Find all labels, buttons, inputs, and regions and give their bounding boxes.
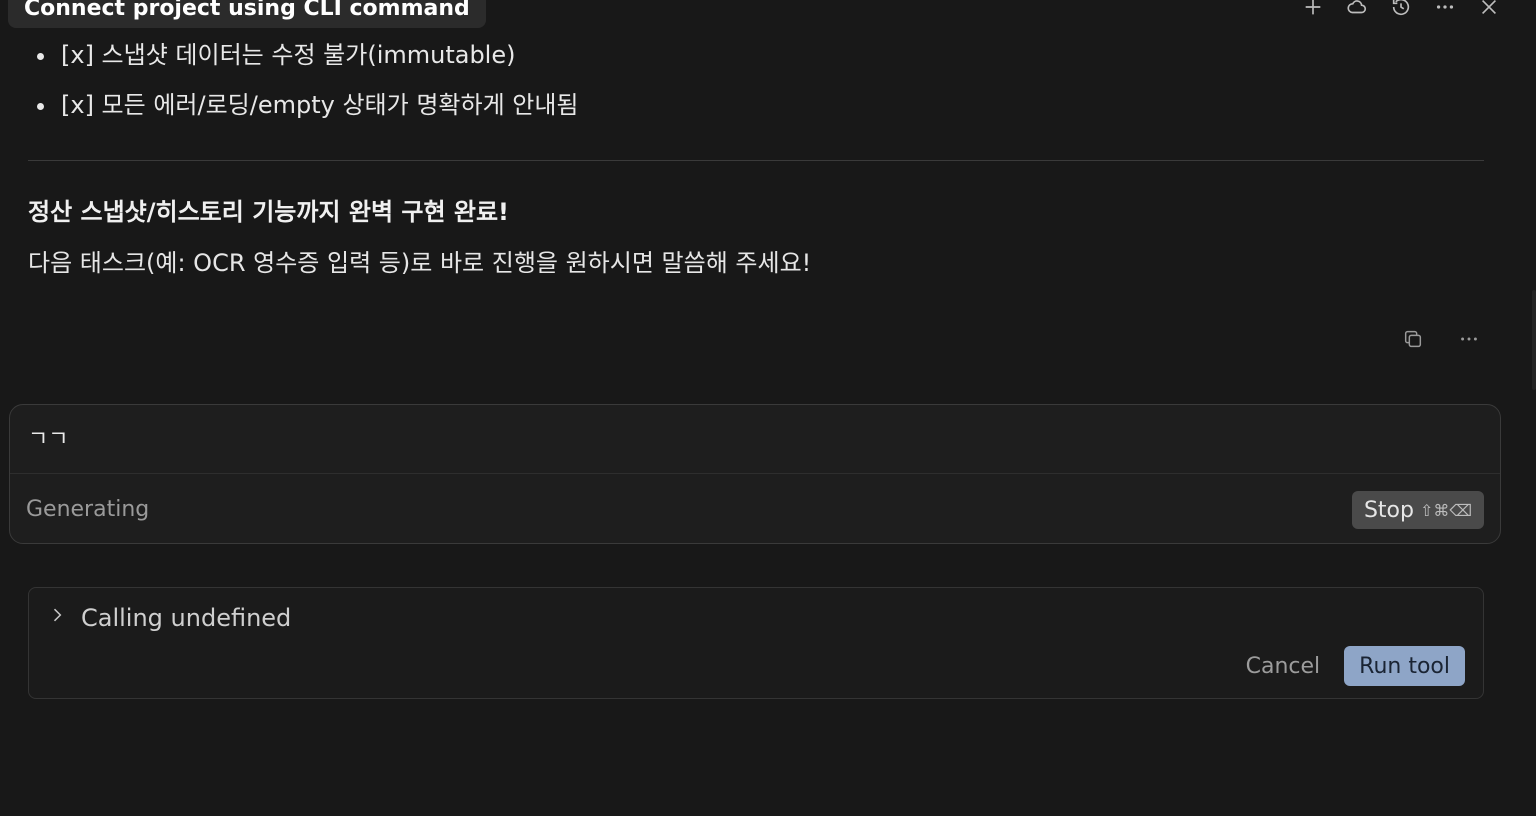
composer-input[interactable]: ㄱㄱ <box>28 421 68 453</box>
more-icon[interactable] <box>1456 326 1482 352</box>
plus-icon[interactable] <box>1300 0 1326 20</box>
stop-label: Stop <box>1363 497 1414 523</box>
chevron-right-icon <box>47 605 67 631</box>
composer: ㄱㄱ Generating Stop ⇧⌘⌫ <box>9 404 1501 544</box>
stop-shortcut: ⇧⌘⌫ <box>1419 500 1472 520</box>
history-icon[interactable] <box>1388 0 1414 20</box>
assistant-message: [x] 스냅샷 데이터는 수정 불가(immutable) [x] 모든 에러/… <box>28 40 1484 140</box>
cancel-button[interactable]: Cancel <box>1246 654 1321 679</box>
checklist-item: [x] 스냅샷 데이터는 수정 불가(immutable) <box>28 40 1484 70</box>
summary-heading: 정산 스냅샷/히스토리 기능까지 완벽 구현 완료! <box>28 198 510 226</box>
tool-call-toggle[interactable]: Calling undefined <box>47 604 291 632</box>
more-icon[interactable] <box>1432 0 1458 20</box>
cloud-icon[interactable] <box>1344 0 1370 20</box>
generating-status: Generating <box>26 497 150 522</box>
close-icon[interactable] <box>1476 0 1502 20</box>
tool-call-card: Calling undefined Cancel Run tool <box>28 587 1484 699</box>
copy-icon[interactable] <box>1400 326 1426 352</box>
checklist-item: [x] 모든 에러/로딩/empty 상태가 명확하게 안내됨 <box>28 90 1484 120</box>
stop-button[interactable]: Stop ⇧⌘⌫ <box>1351 491 1484 529</box>
checklist: [x] 스냅샷 데이터는 수정 불가(immutable) [x] 모든 에러/… <box>28 40 1484 120</box>
header-toolbar <box>1300 0 1502 20</box>
tool-call-actions: Cancel Run tool <box>1246 646 1465 686</box>
tool-call-label: Calling undefined <box>81 604 292 632</box>
message-actions <box>1400 326 1482 352</box>
composer-separator <box>10 473 1500 474</box>
scrollbar[interactable] <box>1532 290 1536 390</box>
summary-text: 다음 태스크(예: OCR 영수증 입력 등)로 바로 진행을 원하시면 말씀해… <box>28 249 812 277</box>
run-tool-button[interactable]: Run tool <box>1344 646 1465 686</box>
tab-title[interactable]: Connect project using CLI command <box>8 0 486 28</box>
divider <box>28 160 1484 161</box>
